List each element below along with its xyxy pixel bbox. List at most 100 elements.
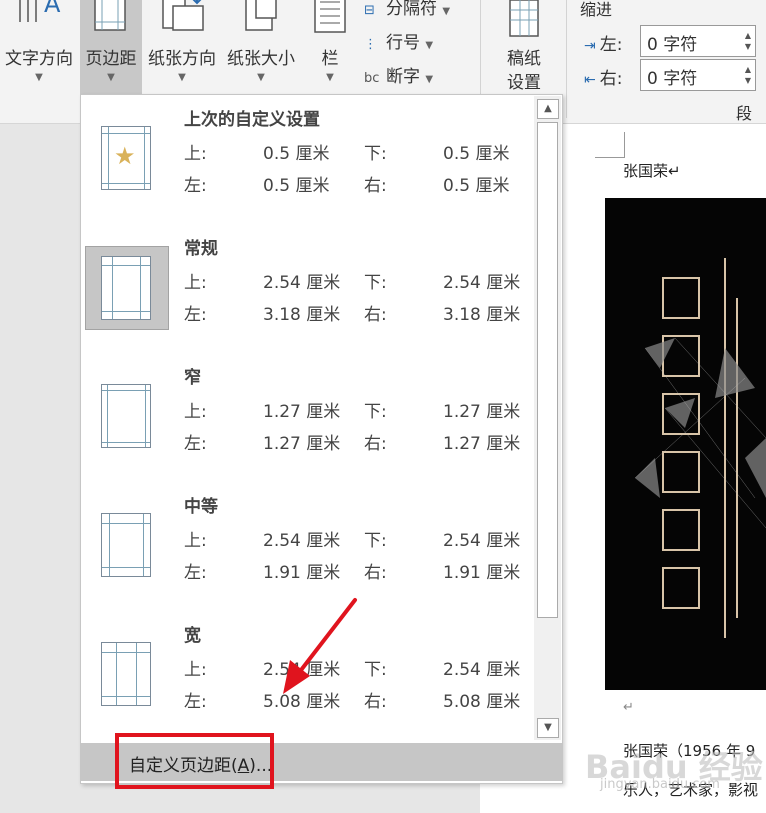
top-value: 0.5 厘米: [263, 144, 330, 164]
manuscript-button[interactable]: 稿纸 设置: [494, 0, 554, 96]
manuscript-icon: [509, 0, 539, 37]
margins-dropdown: ★ 上次的自定义设置 上: 0.5 厘米 下: 0.5 厘米 左: 0.5 厘米…: [80, 94, 563, 784]
margin-preset-thumb: [85, 504, 169, 588]
chevron-down-icon: ▼: [326, 72, 334, 83]
text-direction-button[interactable]: A 文字方向 ▼: [0, 0, 78, 96]
margins-icon: [94, 0, 126, 31]
hyphenation-label: 断字: [386, 67, 420, 87]
chevron-down-icon: ▼: [35, 72, 43, 83]
margin-preset-wide[interactable]: 宽 上: 2.54 厘米 下: 2.54 厘米 左: 5.08 厘米 右: 5.…: [81, 611, 533, 739]
portrait-art: [634, 258, 766, 638]
right-label: 右:: [364, 563, 387, 583]
svg-text:A: A: [44, 0, 61, 18]
columns-icon: [314, 0, 346, 33]
line-numbers-button[interactable]: ⋮ 行号 ▼: [364, 28, 433, 53]
orientation-icon: [162, 0, 204, 31]
top-label: 上:: [184, 144, 207, 164]
hyphenation-icon: bc: [364, 71, 380, 86]
line-numbers-icon: ⋮: [364, 37, 377, 52]
paragraph-mark: ↵: [623, 700, 634, 715]
left-label: 左:: [184, 434, 207, 454]
page-thumbnail-icon: [101, 642, 151, 706]
margin-preset-narrow[interactable]: 窄 上: 1.27 厘米 下: 1.27 厘米 左: 1.27 厘米 右: 1.…: [81, 353, 533, 481]
preset-name: 中等: [184, 497, 218, 517]
scroll-thumb[interactable]: [537, 122, 558, 618]
text-direction-icon: A: [19, 0, 61, 22]
top-value: 2.54 厘米: [263, 660, 341, 680]
bottom-value: 2.54 厘米: [443, 273, 521, 293]
right-value: 5.08 厘米: [443, 692, 521, 712]
page-thumbnail-icon: [101, 384, 151, 448]
bottom-label: 下:: [364, 531, 387, 551]
top-label: 上:: [184, 273, 207, 293]
preset-name: 宽: [184, 626, 201, 646]
breaks-button[interactable]: ⊟ 分隔符 ▼: [364, 0, 450, 19]
left-value: 3.18 厘米: [263, 305, 341, 325]
top-value: 1.27 厘米: [263, 402, 341, 422]
preset-name: 常规: [184, 239, 218, 259]
margins-button[interactable]: 页边距 ▼: [80, 0, 142, 94]
top-label: 上:: [184, 660, 207, 680]
bottom-label: 下:: [364, 273, 387, 293]
bottom-label: 下:: [364, 144, 387, 164]
spin-up-icon[interactable]: ▲: [745, 65, 751, 74]
left-value: 1.91 厘米: [263, 563, 341, 583]
star-icon: ★: [114, 142, 136, 170]
document-page-bottom: [480, 784, 563, 813]
page-thumbnail-icon: [101, 513, 151, 577]
left-label: 左:: [184, 692, 207, 712]
right-value: 3.18 厘米: [443, 305, 521, 325]
indent-left-input[interactable]: 0 字符 ▲ ▼: [640, 25, 756, 57]
preset-name: 上次的自定义设置: [184, 110, 320, 130]
spin-down-icon[interactable]: ▼: [745, 76, 751, 85]
page-thumbnail-icon: [101, 256, 151, 320]
right-label: 右:: [364, 434, 387, 454]
scroll-up-icon[interactable]: ▲: [537, 99, 559, 119]
left-value: 0.5 厘米: [263, 176, 330, 196]
margin-preset-last-custom[interactable]: ★ 上次的自定义设置 上: 0.5 厘米 下: 0.5 厘米 左: 0.5 厘米…: [81, 95, 533, 223]
manuscript-label-1: 稿纸: [507, 49, 541, 69]
top-label: 上:: [184, 402, 207, 422]
hyphenation-button[interactable]: bc 断字 ▼: [364, 62, 433, 87]
left-label: 左:: [184, 305, 207, 325]
group-separator: [566, 0, 567, 118]
margin-preset-thumb: ★: [85, 117, 169, 201]
top-value: 2.54 厘米: [263, 531, 341, 551]
left-label: 左:: [184, 563, 207, 583]
right-label: 右:: [364, 305, 387, 325]
bottom-value: 0.5 厘米: [443, 144, 510, 164]
margin-preset-moderate[interactable]: 中等 上: 2.54 厘米 下: 2.54 厘米 左: 1.91 厘米 右: 1…: [81, 482, 533, 610]
left-value: 5.08 厘米: [263, 692, 341, 712]
bottom-value: 2.54 厘米: [443, 660, 521, 680]
margin-preset-thumb-selected: [85, 246, 169, 330]
breaks-label: 分隔符: [386, 0, 437, 19]
orientation-button[interactable]: 纸张方向 ▼: [143, 0, 221, 96]
right-value: 1.91 厘米: [443, 563, 521, 583]
document-image[interactable]: [605, 198, 766, 690]
page-size-button[interactable]: 纸张大小 ▼: [222, 0, 300, 96]
indent-left-icon: ⇥: [584, 38, 596, 54]
right-value: 0.5 厘米: [443, 176, 510, 196]
document-page[interactable]: 张国荣↵ ↵ 张国荣（1956 年 9 乐人，艺术家，影视: [563, 124, 766, 813]
chevron-down-icon: ▼: [178, 72, 186, 83]
margin-preset-thumb: [85, 375, 169, 459]
manuscript-label-2: 设置: [507, 73, 541, 93]
margin-corner-mark: [595, 132, 625, 158]
bottom-value: 1.27 厘米: [443, 402, 521, 422]
columns-button[interactable]: 栏 ▼: [305, 0, 355, 96]
top-label: 上:: [184, 531, 207, 551]
chevron-down-icon: ▼: [442, 6, 451, 17]
bottom-label: 下:: [364, 660, 387, 680]
indent-right-label: ⇤ 右:: [584, 69, 623, 89]
dropdown-scrollbar[interactable]: ▲ ▼: [534, 96, 561, 740]
spin-down-icon[interactable]: ▼: [745, 42, 751, 51]
document-heading[interactable]: 张国荣↵: [623, 160, 681, 181]
bottom-value: 2.54 厘米: [443, 531, 521, 551]
indent-right-input[interactable]: 0 字符 ▲ ▼: [640, 59, 756, 91]
margin-preset-normal[interactable]: 常规 上: 2.54 厘米 下: 2.54 厘米 左: 3.18 厘米 右: 3…: [81, 224, 533, 352]
right-value: 1.27 厘米: [443, 434, 521, 454]
scroll-down-icon[interactable]: ▼: [537, 718, 559, 738]
bottom-label: 下:: [364, 402, 387, 422]
indent-right-icon: ⇤: [584, 72, 596, 88]
spin-up-icon[interactable]: ▲: [745, 31, 751, 40]
